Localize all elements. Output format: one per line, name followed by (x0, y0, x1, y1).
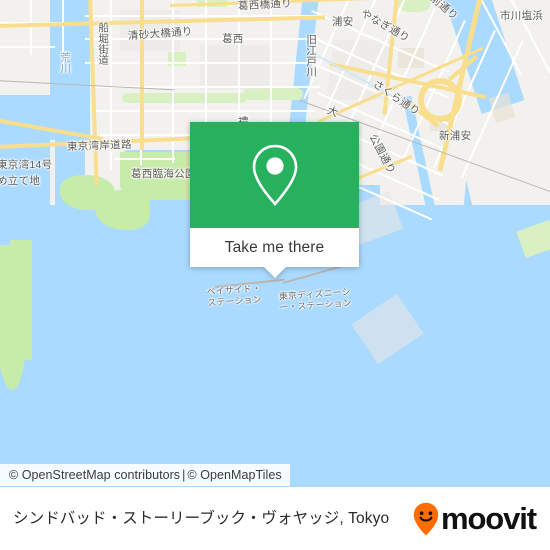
street-h2 (85, 38, 320, 40)
map-label-shin-urayasu: 新浦安 (439, 130, 472, 142)
map-label-kasai-rinkai-koen: 葛西臨海公園 (131, 168, 196, 180)
street-h-nw2 (0, 46, 55, 48)
callout-pin-area (190, 122, 359, 228)
street-h3 (85, 62, 320, 64)
map-label-arakawa-river: 荒川 (59, 52, 72, 74)
attribution-osm[interactable]: © OpenStreetMap contributors (9, 468, 180, 482)
map-label-kasai: 葛西 (222, 33, 244, 45)
footer-bar: シンドバッド・ストーリーブック・ヴォヤッジ, Tokyo moovit (0, 487, 550, 550)
location-pin-icon (252, 144, 297, 206)
map-label-funabori-kaido: 船堀街道 (97, 22, 110, 66)
callout-pointer-tail (263, 267, 286, 278)
moovit-pin-icon (413, 502, 439, 535)
map-canvas[interactable]: 清砂大橋通り 船堀街道 荒川 葛西 葛西橋通り 旧江戸川 浦安 やなぎ通り 駅前… (0, 0, 550, 487)
map-label-umetatechi: め立て地 (0, 175, 41, 187)
road-kasai-connector (140, 0, 144, 150)
map-label-tokyowan-14go: 東京湾14号 (0, 159, 53, 171)
take-me-there-label: Take me there (224, 238, 325, 256)
attribution-openmaptiles[interactable]: © OpenMapTiles (187, 468, 281, 482)
place-title: シンドバッド・ストーリーブック・ヴォヤッジ, Tokyo (13, 509, 390, 527)
moovit-wordmark: moovit (440, 501, 537, 536)
map-label-ichikawa-shiohama: 市川塩浜 (500, 10, 544, 22)
moovit-logo[interactable]: moovit (413, 501, 537, 536)
street-h7 (115, 158, 175, 160)
block-urban-b (200, 45, 270, 90)
map-label-urayasu: 浦安 (332, 16, 354, 28)
map-label-tokyo-wangan-doro: 東京湾岸道路 (66, 138, 132, 154)
attribution-separator: | (182, 468, 186, 482)
map-page: 清砂大橋通り 船堀街道 荒川 葛西 葛西橋通り 旧江戸川 浦安 やなぎ通り 駅前… (0, 0, 550, 550)
map-label-bayside-station: ベイサイド・ ステーション (206, 283, 263, 308)
park-west-strip2 (10, 240, 32, 360)
map-attribution-bar: © OpenStreetMap contributors | © OpenMap… (0, 464, 290, 486)
callout-action-area[interactable]: Take me there (190, 228, 359, 267)
park-kasai-peninsula (60, 175, 115, 210)
location-callout-card[interactable]: Take me there (190, 122, 359, 278)
map-label-kyu-edogawa-river: 旧江戸川 (305, 34, 318, 78)
